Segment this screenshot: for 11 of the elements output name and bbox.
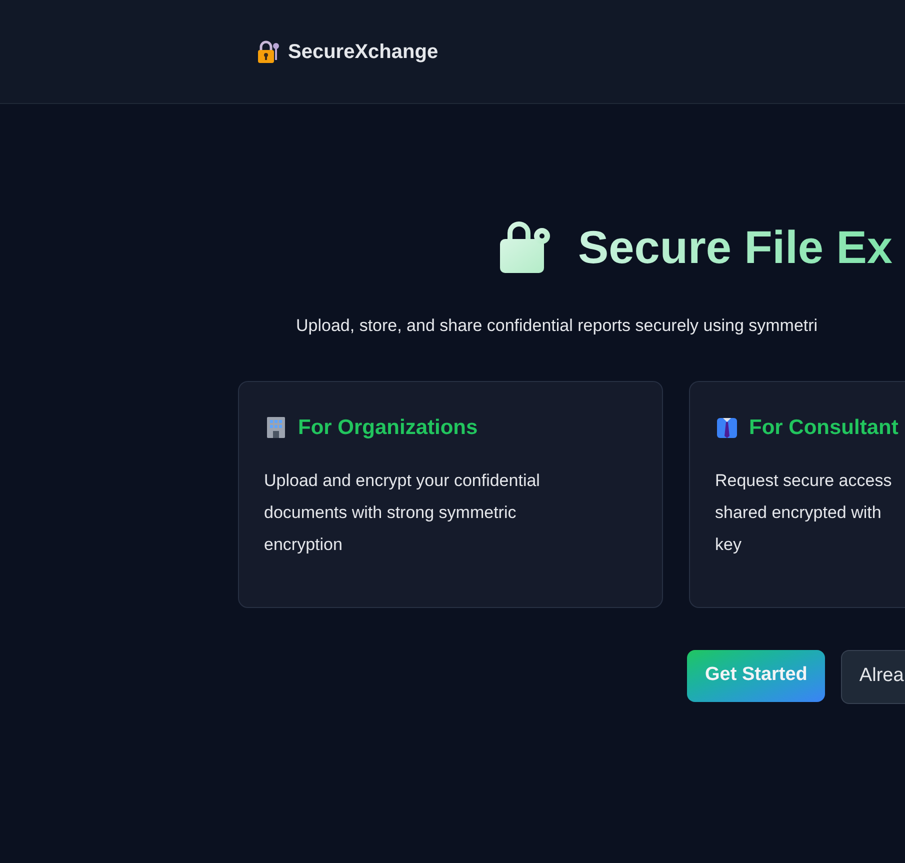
card-description: Request secure access shared encrypted with key	[715, 470, 893, 556]
card-title: For Consultant	[749, 414, 898, 440]
padlock-key-icon	[256, 40, 280, 64]
card-description: Upload and encrypt your confidential documents with strong symmetric encryption	[264, 470, 541, 556]
shirt-tie-icon	[715, 415, 739, 440]
brand-name[interactable]: SecureXchange	[288, 36, 438, 66]
card-title: For Organizations	[298, 414, 478, 440]
office-building-icon	[264, 415, 288, 440]
secondary-button[interactable]: Alrea	[841, 650, 905, 704]
hero-subtitle: Upload, store, and share confidential reports securely using symmetri	[295, 315, 819, 337]
padlock-key-icon	[498, 219, 552, 275]
